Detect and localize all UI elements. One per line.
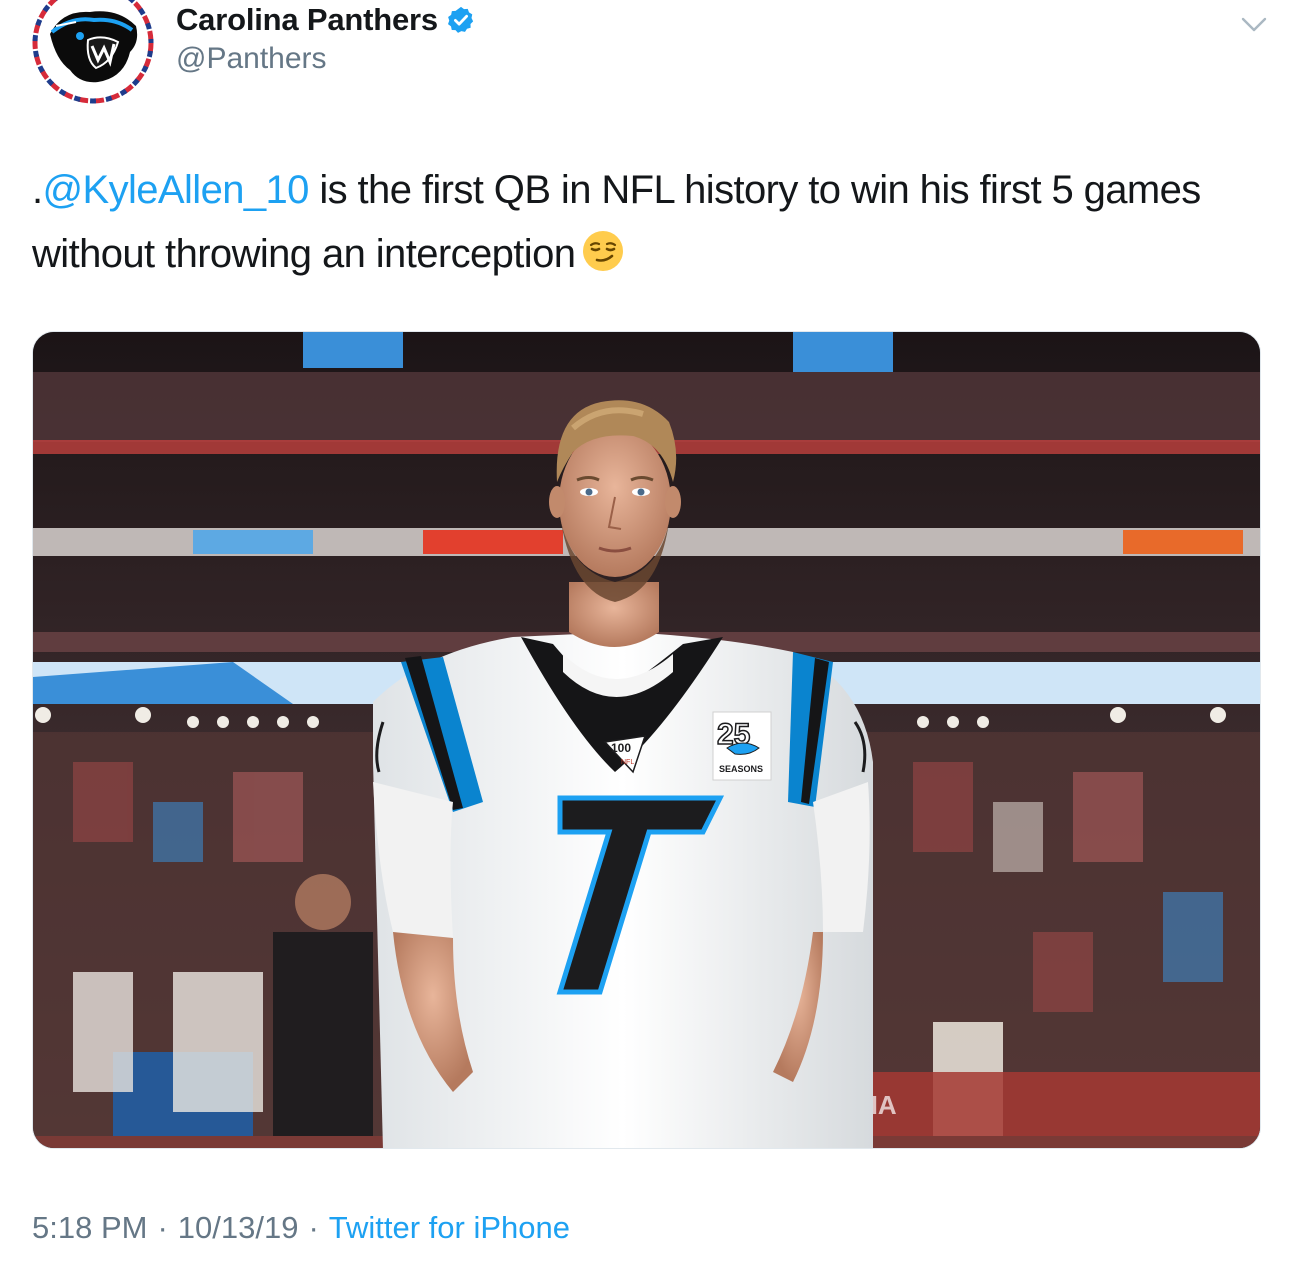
tweet-time: 5:18 PM: [32, 1210, 148, 1245]
tweet-header: Carolina Panthers @Panthers: [0, 0, 1311, 110]
tweet-date: 10/13/19: [177, 1210, 299, 1245]
tweet-source-link[interactable]: Twitter for iPhone: [329, 1210, 570, 1246]
patch-100-text: 100: [611, 741, 631, 755]
verified-badge-icon: [446, 5, 476, 35]
author-handle[interactable]: @Panthers: [176, 42, 327, 76]
patch-25-sub: SEASONS: [719, 764, 763, 774]
smirking-face-icon: [581, 228, 625, 272]
meta-separator: ·: [308, 1210, 319, 1245]
panthers-logo-icon: [32, 0, 154, 104]
author-row[interactable]: Carolina Panthers: [176, 0, 476, 40]
chevron-down-icon[interactable]: [1238, 8, 1270, 40]
mention-link[interactable]: @KyleAllen_10: [43, 168, 310, 212]
meta-separator: ·: [157, 1210, 168, 1245]
tweet-meta: 5:18 PM · 10/13/19 · Twitter for iPhone: [32, 1206, 570, 1250]
tweet-text: .@KyleAllen_10 is the first QB in NFL hi…: [32, 158, 1282, 286]
author-display-name[interactable]: Carolina Panthers: [176, 2, 438, 38]
tweet-photo[interactable]: ZONA 7 100 NFL 25 SEASONS: [32, 331, 1261, 1149]
avatar[interactable]: [32, 0, 154, 104]
tweet-text-prefix: .: [32, 168, 43, 212]
patch-100-sub: NFL: [621, 759, 634, 766]
